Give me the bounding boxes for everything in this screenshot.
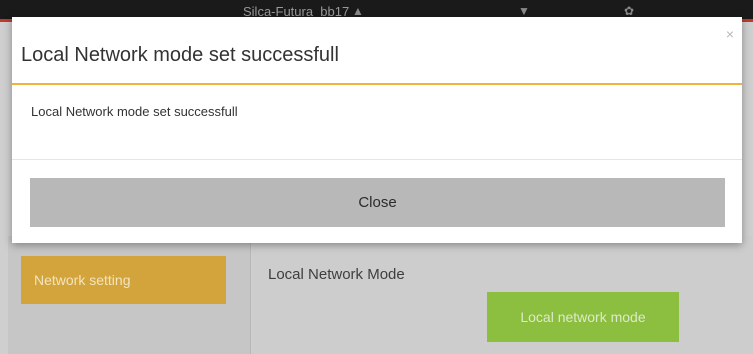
gear-icon[interactable]: ✿: [624, 5, 638, 17]
section-title: Local Network Mode: [268, 266, 405, 283]
modal-dialog: Local Network mode set successfull × Loc…: [12, 17, 742, 243]
modal-header: Local Network mode set successfull ×: [12, 17, 742, 85]
local-network-mode-button[interactable]: Local network mode: [487, 292, 679, 342]
modal-title: Local Network mode set successfull: [21, 44, 339, 66]
modal-message: Local Network mode set successfull: [31, 104, 238, 119]
close-button[interactable]: Close: [30, 178, 725, 227]
modal-body: Local Network mode set successfull: [12, 87, 742, 160]
network-setting-button[interactable]: Network setting: [21, 256, 226, 304]
home-icon[interactable]: ▲: [352, 5, 366, 17]
close-icon[interactable]: ×: [726, 26, 734, 42]
settings-icon[interactable]: ▼: [518, 5, 532, 17]
